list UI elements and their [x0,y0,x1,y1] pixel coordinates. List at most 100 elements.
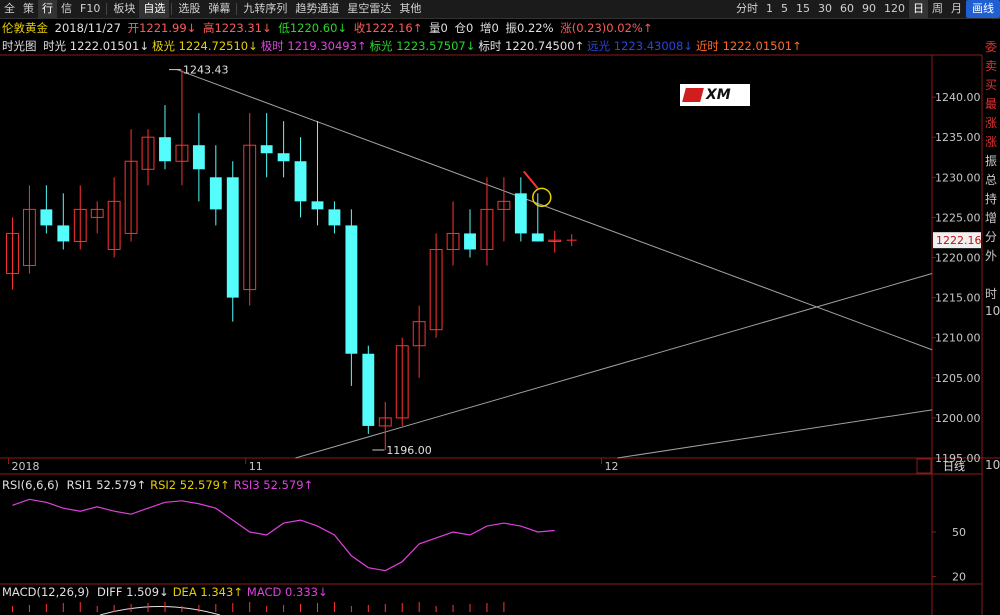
indicator-value-1: 极光 1224.72510↓ [151,39,258,53]
toolbar-item-2[interactable]: 行 [38,0,57,18]
toolbar-separator [106,3,108,15]
trendline [176,69,933,351]
volume: 量0 [429,21,448,35]
side-panel-item-2[interactable]: 买 [982,76,1000,95]
side-panel-item-3[interactable]: 最 [982,95,1000,114]
x-tick-label: 2018 [11,460,39,473]
change: 涨(0.23)0.02%↑ [560,21,653,35]
candle-body [531,233,544,242]
side-panel-item-6[interactable]: 振 [982,152,1000,171]
macd-title-bar: MACD(12,26,9) DIFF 1.509↓ DEA 1.343↑ MACD … [2,584,332,600]
side-panel-item-8[interactable]: 持 [982,190,1000,209]
rsi-tick-label: 50 [952,526,966,539]
side-panel-item-9[interactable]: 增 [982,209,1000,228]
period-8[interactable]: 日 [909,0,928,18]
current-price-label: 1222.16 [936,234,982,247]
candle-body [446,232,460,250]
rsi-value-0: RSI1 52.579↑ [66,478,147,492]
macd-value-0: DIFF 1.509↓ [97,585,169,599]
candle-body [311,201,324,210]
draw-line-button[interactable]: 画线 [966,0,1000,18]
toolbar-separator [236,3,238,15]
candle-body [514,193,527,234]
annotation-label: 1196.00 [386,444,432,457]
side-panel-item-5[interactable]: 涨 [982,133,1000,152]
macd-title: MACD(12,26,9) [2,585,90,599]
y-tick-label: 1220.00 [935,252,981,265]
rsi-title: RSI(6,6,6) [2,478,59,492]
xm-logo-mark-icon [682,88,704,102]
y-tick-label: 1210.00 [935,332,981,345]
rsi-value-1: RSI2 52.579↑ [150,478,230,492]
toolbar-item-5[interactable]: 板块 [109,0,139,18]
toolbar-item-1[interactable]: 策 [19,0,38,18]
macd-value-1: DEA 1.343↑ [172,585,243,599]
increase: 增0 [480,21,499,35]
y-tick-label: 1235.00 [935,131,981,144]
rsi-value-2: RSI3 52.579↑ [233,478,314,492]
candle-body [497,200,511,210]
candle-body [429,248,443,331]
amplitude: 振0.22% [505,21,554,35]
right-edge-value: 10 [985,304,1000,318]
rsi-line [12,498,555,572]
x-tick-label: 11 [249,460,263,473]
quote-info-bar: 伦敦黄金 2018/11/27 开1221.99↓ 高1223.31↓ 低122… [2,19,655,37]
toolbar-item-9[interactable]: 九转序列 [239,0,291,18]
toolbar-item-11[interactable]: 星空雷达 [343,0,395,18]
indicator-value-2: 极时 1219.30493↑ [260,39,367,53]
y-tick-label: 1200.00 [935,412,981,425]
xm-logo-text: XM [706,87,731,103]
toolbar-item-7[interactable]: 选股 [174,0,204,18]
toolbar-item-10[interactable]: 趋势通道 [291,0,343,18]
period-label: 日线 [943,459,965,473]
y-tick-label: 1215.00 [935,292,981,305]
toolbar-separator [171,3,173,15]
candle-body [159,137,171,162]
side-panel-item-4[interactable]: 涨 [982,114,1000,133]
candle-body [124,160,138,234]
indicator-value-3: 标光 1223.57507↓ [369,39,476,53]
candle-body [294,161,307,202]
toolbar-item-8[interactable]: 弹幕 [204,0,234,18]
side-panel-item-1[interactable]: 卖 [982,57,1000,76]
period-7[interactable]: 120 [880,0,909,18]
side-panel-item-11[interactable]: 外 [982,247,1000,266]
candle-body [395,345,409,419]
side-panel-item-0[interactable]: 委 [982,38,1000,57]
period-5[interactable]: 60 [836,0,858,18]
period-10[interactable]: 月 [947,0,966,18]
period-3[interactable]: 15 [792,0,814,18]
candle-body [362,353,375,426]
indicator-value-5: 远光 1223.43008↓ [587,39,693,53]
candle-body [345,225,358,354]
candle-body [175,144,189,162]
annotation-label: 1243.43 [183,64,229,77]
toolbar-item-12[interactable]: 其他 [395,0,425,18]
candle-body [412,321,426,347]
period-1[interactable]: 1 [762,0,777,18]
candle-body [378,417,392,427]
instrument-name: 伦敦黄金 [2,21,48,35]
candle-body [90,208,104,218]
candle-body [328,209,341,226]
period-9[interactable]: 周 [928,0,947,18]
period-0[interactable]: 分时 [732,0,762,18]
y-tick-label: 1195.00 [935,452,981,465]
side-panel-item-7[interactable]: 总 [982,171,1000,190]
open-price: 开1221.99↓ [127,21,197,35]
price-chart[interactable]: 1243.431196.00 1195.001200.001205.001210… [0,0,1000,615]
touch-arrow [523,170,539,189]
candle-body [480,208,494,250]
side-panel-item-10[interactable]: 分 [982,228,1000,247]
period-4[interactable]: 30 [814,0,836,18]
indicator-value-4: 标时 1220.74500↑ [478,39,585,53]
low-price: 低1220.60↓ [278,21,348,35]
indicator-info-bar: 时光图 时光 1222.01501↓ 极光 1224.72510↓ 极时 1219.… [2,37,805,55]
toolbar-item-4[interactable]: F10 [76,0,104,18]
toolbar-item-0[interactable]: 全 [0,0,19,18]
toolbar-item-3[interactable]: 信 [57,0,76,18]
period-6[interactable]: 90 [858,0,880,18]
toolbar-item-6[interactable]: 自选 [139,0,170,18]
period-2[interactable]: 5 [777,0,792,18]
